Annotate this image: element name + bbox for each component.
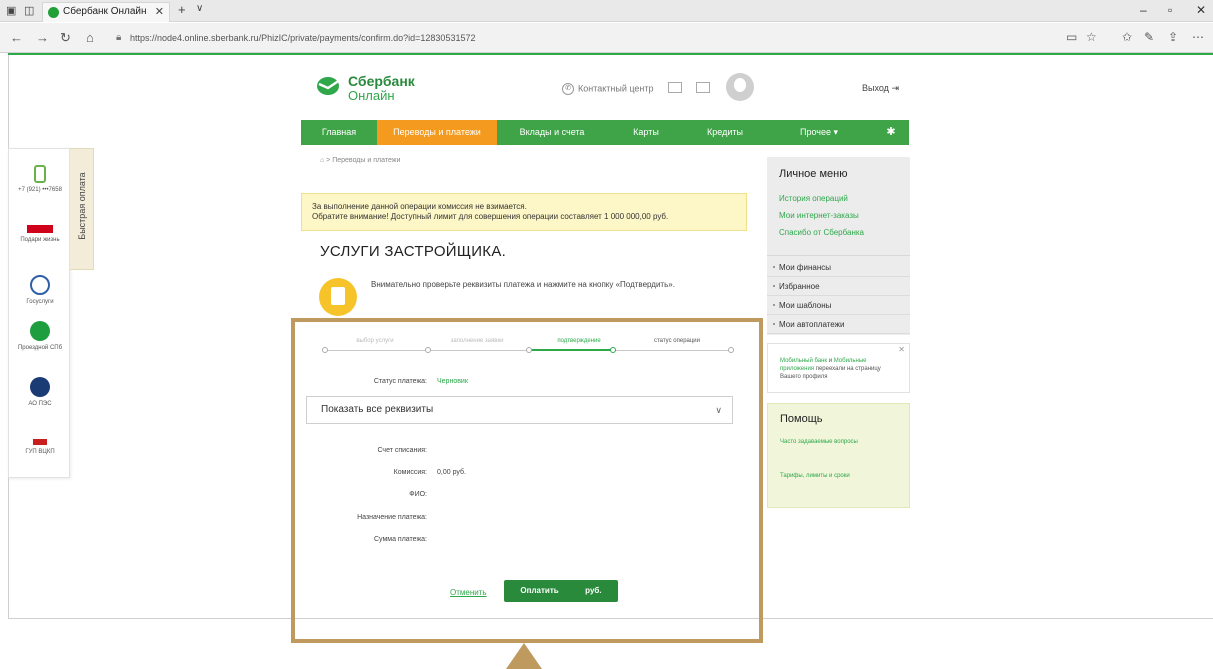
- help-title: Помощь: [780, 413, 823, 425]
- quick-pay-label: Быстрая оплата: [77, 172, 87, 240]
- browser-tabbar: ▣ ◫ Сбербанк Онлайн ✕ + ∨ – ▫ ✕: [0, 0, 1213, 22]
- reading-view-icon[interactable]: ▭: [1066, 30, 1077, 44]
- more-icon[interactable]: ⋯: [1192, 30, 1204, 44]
- chevron-down-icon[interactable]: ∨: [196, 3, 203, 14]
- favorites-hub-icon[interactable]: ✩: [1122, 30, 1132, 44]
- back-icon[interactable]: ←: [10, 30, 23, 45]
- quick-item-label: АО ПЭС: [28, 401, 52, 407]
- quick-item-label: Госуслуги: [26, 299, 54, 305]
- minimize-icon[interactable]: –: [1140, 3, 1147, 17]
- sberbank-logo-icon: [317, 77, 341, 95]
- close-icon[interactable]: ✕: [898, 346, 905, 354]
- personal-menu-title: Личное меню: [779, 168, 848, 180]
- nav-item-cards[interactable]: Карты: [607, 120, 685, 145]
- quick-pay-tab[interactable]: Быстрая оплата: [70, 148, 94, 270]
- new-tab-icon[interactable]: +: [178, 2, 186, 17]
- tab-aside-icon[interactable]: ◫: [24, 4, 34, 17]
- menu-item-favorites[interactable]: Избранное: [767, 277, 910, 296]
- nav-item-other[interactable]: Прочее ▾: [765, 120, 873, 145]
- refresh-icon[interactable]: ↻: [60, 30, 71, 46]
- bus-icon: [30, 321, 50, 341]
- main-nav: Главная Переводы и платежи Вклады и счет…: [301, 120, 909, 145]
- nav-item-main[interactable]: Главная: [301, 120, 377, 145]
- menu-item-autopayments[interactable]: Мои автоплатежи: [767, 315, 910, 334]
- lock-icon: 🔒︎: [116, 32, 122, 43]
- logo-line1: Сбербанк: [348, 73, 415, 89]
- mobile-bank-promo: ✕ Мобильный банк и Мобильные приложения …: [767, 343, 910, 393]
- nav-other-label: Прочее: [799, 127, 831, 137]
- contact-center-link[interactable]: ✆ Контактный центр: [562, 83, 654, 95]
- help-box: Помощь Часто задаваемые вопросы Тарифы, …: [767, 403, 910, 508]
- quick-item-label: +7 (921) •••7658: [18, 187, 62, 193]
- forward-icon[interactable]: →: [36, 30, 49, 45]
- link-operation-history[interactable]: История операций: [779, 194, 848, 203]
- quick-item-phone[interactable]: +7 (921) •••7658: [9, 165, 71, 193]
- nav-item-deposits[interactable]: Вклады и счета: [497, 120, 607, 145]
- browser-tab[interactable]: Сбербанк Онлайн ✕: [42, 2, 170, 22]
- quick-pay-panel: +7 (921) •••7658 Подари жизнь Госуслуги …: [8, 148, 70, 478]
- avatar[interactable]: [726, 73, 754, 101]
- maximize-icon[interactable]: ▫: [1168, 3, 1172, 17]
- favorite-star-icon[interactable]: ☆: [1086, 30, 1097, 44]
- link-spasibo[interactable]: Спасибо от Сбербанка: [779, 228, 864, 237]
- page-title: УСЛУГИ ЗАСТРОЙЩИКА.: [320, 243, 507, 260]
- quick-item-gosuslugi[interactable]: Госуслуги: [9, 275, 71, 305]
- menu-divider: [767, 255, 910, 256]
- phone-call-icon: ✆: [562, 83, 574, 95]
- promo-and: и: [827, 358, 834, 364]
- quick-item-label: Подари жизнь: [20, 237, 60, 243]
- breadcrumb: ⌂ > Переводы и платежи: [320, 157, 401, 164]
- address-bar: ← → ↻ ⌂ 🔒︎ https://node4.online.sberbank…: [0, 23, 1213, 53]
- quick-item-label: ГУП ВЦКП: [25, 449, 55, 455]
- quick-item-label: Проездной СПб: [17, 345, 63, 351]
- quick-item-vckp[interactable]: ГУП ВЦКП: [9, 433, 71, 455]
- url-field[interactable]: 🔒︎ https://node4.online.sberbank.ru/Phiz…: [116, 28, 1106, 48]
- charity-icon: [27, 225, 53, 233]
- promo-link-mobile-bank[interactable]: Мобильный банк: [780, 358, 827, 364]
- logo-line2: Онлайн: [348, 88, 395, 103]
- vckp-icon: [33, 439, 47, 445]
- logout-link[interactable]: Выход ⇥: [862, 83, 899, 94]
- mail-icon[interactable]: [668, 82, 682, 93]
- logout-label: Выход: [862, 83, 889, 93]
- sberbank-favicon-icon: [48, 7, 59, 18]
- gosuslugi-icon: [30, 275, 50, 295]
- notice-line2: Обратите внимание! Доступный лимит для с…: [312, 212, 669, 221]
- messages-icon[interactable]: [696, 82, 710, 93]
- phone-icon: [34, 165, 46, 183]
- notice-line1: За выполнение данной операции комиссия н…: [312, 202, 527, 211]
- commission-notice: За выполнение данной операции комиссия н…: [301, 193, 747, 231]
- chevron-down-icon: ▾: [833, 127, 839, 137]
- share-icon[interactable]: ⇪: [1168, 30, 1178, 44]
- highlight-frame: [291, 318, 763, 643]
- quick-item-pes[interactable]: АО ПЭС: [9, 377, 71, 407]
- pes-icon: [30, 377, 50, 397]
- document-icon: [319, 278, 357, 316]
- link-tariffs[interactable]: Тарифы, лимиты и сроки: [780, 472, 880, 480]
- pen-icon[interactable]: ✎: [1144, 30, 1154, 44]
- personal-menu: Личное меню История операций Мои интерне…: [767, 157, 910, 335]
- tab-actions-icon[interactable]: ▣: [6, 4, 16, 17]
- tab-title: Сбербанк Онлайн: [63, 6, 147, 17]
- confirm-hint: Внимательно проверьте реквизиты платежа …: [371, 280, 675, 289]
- url-text: https://node4.online.sberbank.ru/PhizIC/…: [130, 33, 476, 43]
- menu-item-finances[interactable]: Мои финансы: [767, 258, 910, 277]
- link-faq[interactable]: Часто задаваемые вопросы: [780, 438, 880, 446]
- menu-item-templates[interactable]: Мои шаблоны: [767, 296, 910, 315]
- home-icon[interactable]: ⌂: [86, 30, 94, 45]
- contact-label: Контактный центр: [578, 83, 654, 94]
- close-window-icon[interactable]: ✕: [1196, 3, 1206, 17]
- quick-item-transport[interactable]: Проездной СПб: [9, 321, 71, 351]
- breadcrumb-link[interactable]: Переводы и платежи: [332, 157, 400, 164]
- logout-icon: ⇥: [891, 83, 899, 93]
- link-internet-orders[interactable]: Мои интернет-заказы: [779, 211, 859, 220]
- highlight-pointer-arrow: [506, 643, 542, 669]
- nav-item-transfers[interactable]: Переводы и платежи: [377, 120, 497, 145]
- home-icon[interactable]: ⌂: [320, 157, 324, 164]
- gear-icon[interactable]: ✱: [873, 120, 909, 145]
- quick-item-charity[interactable]: Подари жизнь: [9, 217, 71, 243]
- nav-item-credits[interactable]: Кредиты: [685, 120, 765, 145]
- page-top-accent: [8, 53, 1213, 55]
- close-tab-icon[interactable]: ✕: [155, 3, 164, 21]
